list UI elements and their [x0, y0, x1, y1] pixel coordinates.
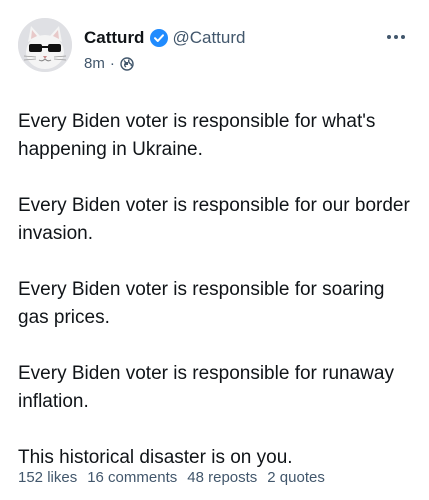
post-paragraph: Every Biden voter is responsible for wha…	[18, 111, 376, 160]
post-timestamp[interactable]: 8m	[84, 55, 105, 72]
author-display-name[interactable]: Catturd	[84, 28, 144, 48]
reposts-count[interactable]: 48 reposts	[187, 469, 257, 486]
avatar[interactable]	[18, 18, 72, 72]
quotes-count[interactable]: 2 quotes	[267, 469, 325, 486]
verified-check-icon	[150, 29, 169, 47]
cat-with-glasses-avatar-image	[18, 18, 72, 72]
likes-count[interactable]: 152 likes	[18, 469, 77, 486]
post-paragraph: Every Biden voter is responsible for our…	[18, 195, 410, 244]
globe-icon	[120, 56, 134, 71]
meta-separator: ·	[109, 55, 115, 72]
author-handle[interactable]: @Catturd	[172, 28, 245, 48]
post-card: Catturd @Catturd 8m · Every Biden voter …	[0, 0, 429, 500]
comments-count[interactable]: 16 comments	[87, 469, 177, 486]
post-paragraph: Every Biden voter is responsible for soa…	[18, 279, 385, 328]
post-meta: 8m ·	[84, 55, 134, 72]
post-paragraph: This historical disaster is on you.	[18, 447, 293, 468]
post-text: Every Biden voter is responsible for wha…	[18, 108, 413, 472]
author-line: Catturd @Catturd	[84, 28, 245, 48]
post-paragraph: Every Biden voter is responsible for run…	[18, 363, 394, 412]
post-header: Catturd @Catturd 8m ·	[18, 18, 429, 82]
more-options-icon[interactable]	[385, 32, 407, 42]
post-stats: 152 likes 16 comments 48 reposts 2 quote…	[18, 469, 325, 486]
